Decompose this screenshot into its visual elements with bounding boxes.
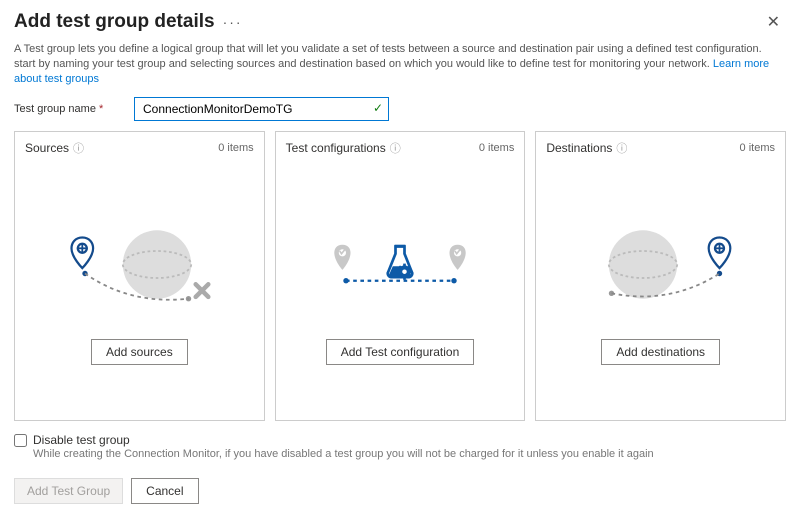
destinations-title: Destinations: [546, 141, 612, 155]
disable-help: While creating the Connection Monitor, i…: [33, 448, 654, 460]
sources-card: Sources ⓘ 0 items Add: [14, 131, 265, 421]
info-icon[interactable]: ⓘ: [616, 140, 627, 156]
info-icon[interactable]: ⓘ: [390, 140, 401, 156]
destinations-count: 0 items: [740, 142, 775, 154]
page-title: Add test group details: [14, 11, 215, 33]
info-icon[interactable]: ⓘ: [73, 140, 84, 156]
testconfig-card: Test configurations ⓘ 0 items: [275, 131, 526, 421]
add-test-group-button[interactable]: Add Test Group: [14, 478, 123, 504]
test-group-name-input[interactable]: [134, 97, 389, 121]
destinations-card: Destinations ⓘ 0 items Add destinations: [535, 131, 786, 421]
cancel-button[interactable]: Cancel: [131, 478, 198, 504]
more-icon[interactable]: ···: [223, 16, 243, 28]
test-group-name-label: Test group name *: [14, 103, 134, 115]
sources-count: 0 items: [218, 142, 253, 154]
add-destinations-button[interactable]: Add destinations: [601, 339, 720, 365]
close-icon[interactable]: ✕: [761, 10, 786, 34]
description: A Test group lets you define a logical g…: [0, 38, 800, 95]
testconfig-illustration-icon: [310, 219, 490, 319]
testconfig-count: 0 items: [479, 142, 514, 154]
disable-test-group-checkbox[interactable]: [14, 434, 27, 447]
add-sources-button[interactable]: Add sources: [91, 339, 188, 365]
sources-illustration-icon: [49, 219, 229, 319]
sources-title: Sources: [25, 141, 69, 155]
disable-label: Disable test group: [33, 433, 654, 447]
destinations-illustration-icon: [571, 219, 751, 319]
validated-icon: ✓: [373, 101, 383, 115]
add-testconfig-button[interactable]: Add Test configuration: [326, 339, 475, 365]
testconfig-title: Test configurations: [286, 141, 386, 155]
description-text: A Test group lets you define a logical g…: [14, 43, 762, 70]
